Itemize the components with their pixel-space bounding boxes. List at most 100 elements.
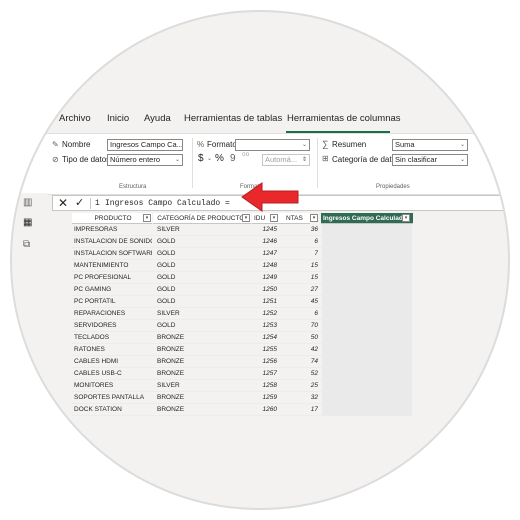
group-label-estructura: Estructura [119,184,147,190]
table-cell-idu: 1253 [262,322,277,329]
commit-formula-icon[interactable]: ✓ [75,196,84,209]
table-cell-categoria: BRONZE [157,394,185,401]
cancel-formula-icon[interactable]: ✕ [58,196,68,210]
table-cell-idu: 1250 [262,286,277,293]
formato-label: Formato [207,140,237,149]
group-label-propiedades: Propiedades [376,184,410,190]
table-cell-ventas: 27 [310,286,318,293]
table-row[interactable]: PC GAMING GOLD 1250 27 [72,284,322,296]
table-cell-producto: RATONES [74,346,105,353]
table-cell-idu: 1254 [262,334,277,341]
table-cell-categoria: BRONZE [157,346,185,353]
tipo-de-datos-select[interactable]: Número entero ⌄ [107,154,183,166]
table-cell-categoria: BRONZE [157,406,185,413]
table-cell-idu: 1257 [262,370,277,377]
table-cell-ventas: 42 [310,346,318,353]
categoria-de-datos-label: Categoría de datos [332,155,401,164]
column-header-ventas[interactable]: NTAS [280,213,310,224]
table-cell-producto: INSTALACION DE SONIDO [74,238,152,245]
filter-dropdown-icon[interactable]: ▾ [143,214,151,222]
model-view-icon[interactable]: ⧉ [23,239,30,250]
column-header-producto[interactable]: PRODUCTO [72,213,152,224]
table-cell-producto: DOCK STATION [74,406,122,413]
decimals-button[interactable]: ⁰⁰ [242,151,249,162]
table-cell-ventas: 7 [314,250,318,257]
table-row[interactable]: REPARACIONES SILVER 1252 6 [72,308,322,320]
filter-dropdown-icon[interactable]: ▾ [270,214,278,222]
table-row[interactable]: DOCK STATION BRONZE 1260 17 [72,404,322,416]
resumen-select[interactable]: Suma ⌄ [392,139,468,151]
screenshot-frame: Archivo Inicio Ayuda Herramientas de tab… [10,10,510,510]
tab-herramientas-de-columnas[interactable]: Herramientas de columnas [287,113,401,124]
table-cell-producto: REPARACIONES [74,310,126,317]
categoria-de-datos-select[interactable]: Sin clasificar ⌄ [392,154,468,166]
table-row[interactable]: IMPRESORAS SILVER 1245 36 [72,224,322,236]
table-cell-producto: PC GAMING [74,286,112,293]
report-view-icon[interactable]: ▥ [23,197,32,208]
table-row[interactable]: INSTALACION DE SONIDO GOLD 1246 6 [72,236,322,248]
chevron-down-icon: ⌄ [301,142,307,148]
table-cell-ventas: 17 [310,406,318,413]
table-row[interactable]: SERVIDORES GOLD 1253 70 [72,320,322,332]
column-header-label: IDU [254,215,266,222]
table-cell-ventas: 70 [310,322,318,329]
nombre-field[interactable]: Ingresos Campo Ca... [107,139,183,151]
ribbon-divider [317,138,318,188]
table-cell-idu: 1249 [262,274,277,281]
table-cell-producto: MONITORES [74,382,114,389]
table-row[interactable]: PC PORTATIL GOLD 1251 45 [72,296,322,308]
thousands-separator-button[interactable]: 9 [230,153,236,164]
table-cell-ventas: 15 [310,274,318,281]
filter-dropdown-icon[interactable]: ▾ [310,214,318,222]
table-row[interactable]: RATONES BRONZE 1255 42 [72,344,322,356]
table-row[interactable]: CABLES HDMI BRONZE 1256 74 [72,356,322,368]
table-cell-ventas: 15 [310,262,318,269]
table-cell-ventas: 25 [310,382,318,389]
column-header-ingresos-campo-calculado[interactable]: Ingresos Campo Calculado [321,213,413,224]
table-cell-ventas: 36 [310,226,318,233]
red-arrow-icon [241,182,299,212]
table-cell-ventas: 6 [314,310,318,317]
resumen-value: Suma [395,140,415,149]
table-cell-idu: 1251 [262,298,277,305]
filter-dropdown-icon[interactable]: ▾ [242,214,250,222]
column-header-categoria[interactable]: CATEGORÍA DE PRODUCTOS [153,213,251,224]
table-cell-idu: 1259 [262,394,277,401]
decimal-places-field[interactable]: Automá... ⇕ [262,154,310,166]
tab-inicio[interactable]: Inicio [107,113,129,124]
category-icon: ⊞ [322,154,329,163]
table-cell-producto: TECLADOS [74,334,110,341]
table-row[interactable]: MONITORES SILVER 1258 25 [72,380,322,392]
column-header-label: Ingresos Campo Calculado [323,215,407,222]
table-row[interactable]: MANTENIMIENTO GOLD 1248 15 [72,260,322,272]
table-row[interactable]: INSTALACION SOFTWARE GOLD 1247 7 [72,248,322,260]
table-cell-categoria: SILVER [157,382,180,389]
formato-select[interactable]: ⌄ [235,139,310,151]
chevron-down-icon: ⌄ [207,156,213,162]
table-cell-categoria: GOLD [157,250,176,257]
formula-input[interactable]: Ingresos Campo Calculado = [105,199,245,208]
tab-ayuda[interactable]: Ayuda [144,113,171,124]
filter-dropdown-icon[interactable]: ▾ [402,214,410,222]
table-row[interactable]: SOPORTES PANTALLA BRONZE 1259 32 [72,392,322,404]
table-cell-categoria: GOLD [157,262,176,269]
tab-herramientas-de-tablas[interactable]: Herramientas de tablas [184,113,282,124]
column-header-label: PRODUCTO [94,215,132,222]
table-cell-categoria: BRONZE [157,358,185,365]
table-row[interactable]: PC PROFESIONAL GOLD 1249 15 [72,272,322,284]
table-cell-producto: CABLES USB-C [74,370,122,377]
currency-button[interactable]: $ [198,153,204,164]
table-row[interactable]: CABLES USB-C BRONZE 1257 52 [72,368,322,380]
table-cell-idu: 1256 [262,358,277,365]
data-view-icon[interactable]: ▦ [23,217,32,228]
tab-archivo[interactable]: Archivo [59,113,91,124]
table-row[interactable]: TECLADOS BRONZE 1254 50 [72,332,322,344]
percent-button[interactable]: % [215,153,224,164]
table-cell-producto: SERVIDORES [74,322,117,329]
decimal-places-value: Automá... [265,155,298,164]
table-cell-categoria: SILVER [157,226,180,233]
table-cell-producto: SOPORTES PANTALLA [74,394,145,401]
table-cell-producto: PC PORTATIL [74,298,116,305]
new-column-cells[interactable] [322,224,412,416]
view-sidebar: ▥ ▦ ⧉ [12,193,48,433]
